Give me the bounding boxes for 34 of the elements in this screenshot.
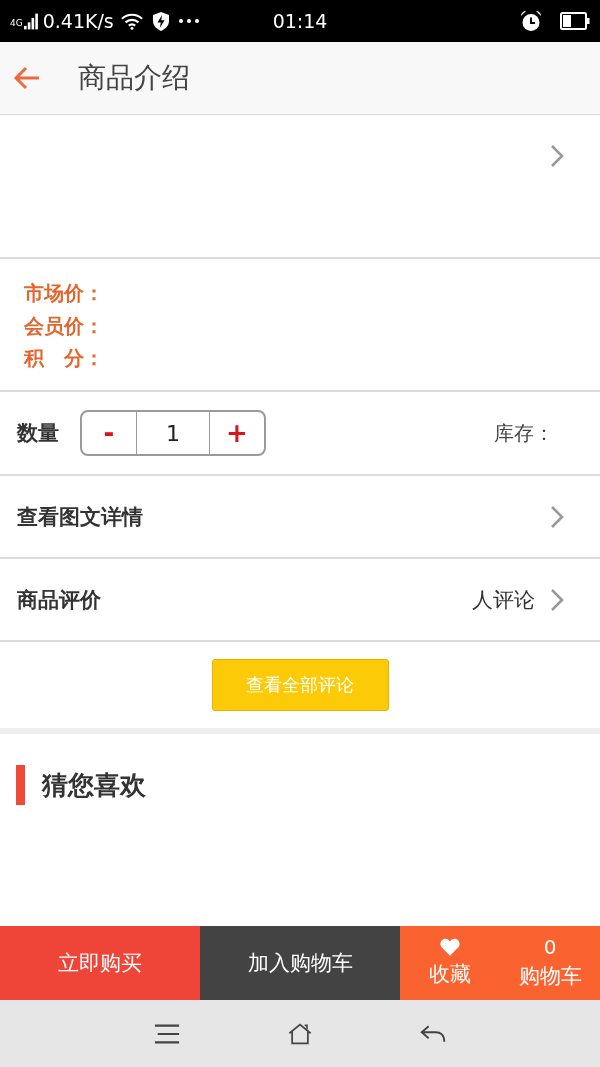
buy-now-button[interactable]: 立即购买 xyxy=(0,926,200,1000)
decrease-button[interactable]: - xyxy=(82,412,136,454)
status-time: 01:14 xyxy=(272,10,328,32)
heart-icon xyxy=(440,938,460,956)
accent-bar-icon xyxy=(16,765,25,805)
network-type: 4G xyxy=(10,19,23,28)
quantity-field[interactable]: 1 xyxy=(136,412,210,454)
network-speed: 0.41K/s xyxy=(42,10,114,32)
wifi-icon xyxy=(120,12,143,30)
link-row[interactable]: 商品评价 人评论 xyxy=(0,559,600,642)
stock-label: 库存： xyxy=(494,419,554,447)
home-icon[interactable] xyxy=(287,1022,313,1045)
link-row[interactable]: 查看图文详情 xyxy=(0,476,600,559)
shield-icon xyxy=(152,11,169,31)
add-to-cart-button[interactable]: 加入购物车 xyxy=(200,926,400,1000)
chevron-right-icon xyxy=(550,587,564,612)
favorite-button[interactable]: 收藏 xyxy=(400,926,500,1000)
alarm-clock-icon xyxy=(520,10,542,32)
menu-icon[interactable] xyxy=(153,1022,180,1045)
back-button[interactable] xyxy=(13,66,41,90)
chevron-right-icon[interactable] xyxy=(550,144,564,168)
price-label: 会员价： xyxy=(24,312,104,340)
increase-button[interactable]: + xyxy=(210,412,264,454)
page-title: 商品介绍 xyxy=(78,61,190,95)
signal-icon xyxy=(23,12,38,30)
cart-button[interactable]: 0 购物车 xyxy=(500,926,600,1000)
quantity-label: 数量 xyxy=(17,420,59,447)
section-title: 猜您喜欢 xyxy=(42,768,146,802)
back-arrow-icon xyxy=(13,66,41,90)
battery-icon xyxy=(560,12,590,30)
price-label: 市场价： xyxy=(24,280,104,307)
chevron-right-icon xyxy=(550,504,564,529)
price-label: 积 分： xyxy=(24,345,104,372)
more-dots-icon xyxy=(178,19,199,23)
